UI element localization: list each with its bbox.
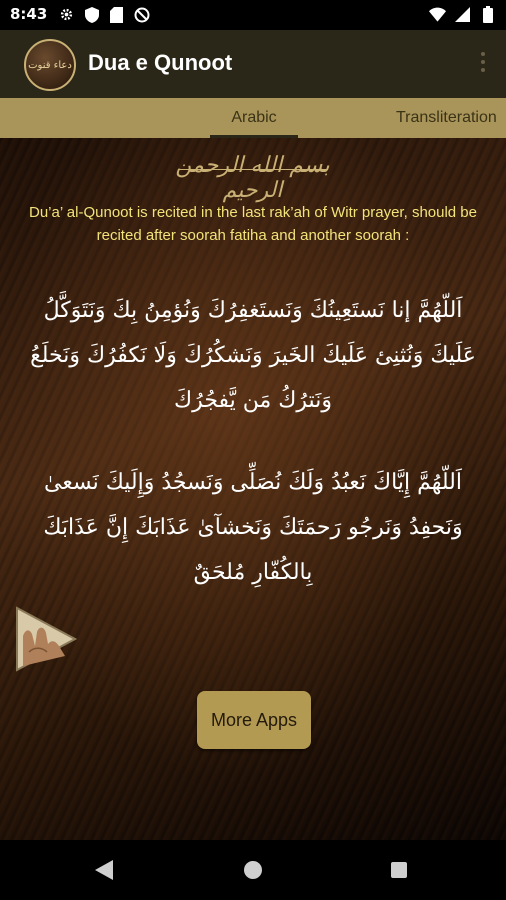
battery-icon [479,6,496,23]
app-bar: دعاء قنوت Dua e Qunoot [0,30,506,98]
app-logo-text: دعاء قنوت [28,59,72,71]
tab-transliteration[interactable]: Transliteration [378,98,506,138]
recents-icon[interactable] [391,862,407,878]
dua-paragraph-2: اَللّهُمَّ إِيَّاكَ نَعبُدُ وَلَكَ نُصَل… [43,470,463,585]
sd-card-icon [108,6,125,23]
intro-text: Du’a’ al-Qunoot is recited in the last r… [29,204,477,244]
play-audio-button[interactable] [15,606,78,672]
back-icon[interactable] [95,860,113,880]
status-icons-left [58,6,150,23]
status-icons-right [429,6,496,23]
tab-arabic[interactable]: Arabic [210,98,298,138]
bismillah-underline [178,169,328,170]
navigation-bar [0,840,506,900]
content-area[interactable]: بسم الله الرحمن الرحيم Du’a’ al-Qunoot i… [0,138,506,840]
shield-icon [83,6,100,23]
status-time: 8:43 [10,5,48,23]
bismillah-calligraphy: بسم الله الرحمن الرحيم [175,153,330,203]
play-hands-icon [16,606,78,672]
home-icon[interactable] [244,861,262,879]
signal-icon [454,6,471,23]
no-sim-icon [133,6,150,23]
settings-icon [58,6,75,23]
status-bar: 8:43 [0,0,506,30]
app-title: Dua e Qunoot [88,50,233,75]
overflow-menu-icon[interactable] [478,52,488,76]
tab-bar: Arabic Transliteration [0,98,506,138]
app-logo: دعاء قنوت [24,39,76,91]
wifi-icon [429,6,446,23]
more-apps-button[interactable]: More Apps [197,691,311,749]
dua-paragraph-1: اَللّهُمَّ إنا نَستَعِينُكَ وَنَستَغفِرُ… [30,298,476,413]
